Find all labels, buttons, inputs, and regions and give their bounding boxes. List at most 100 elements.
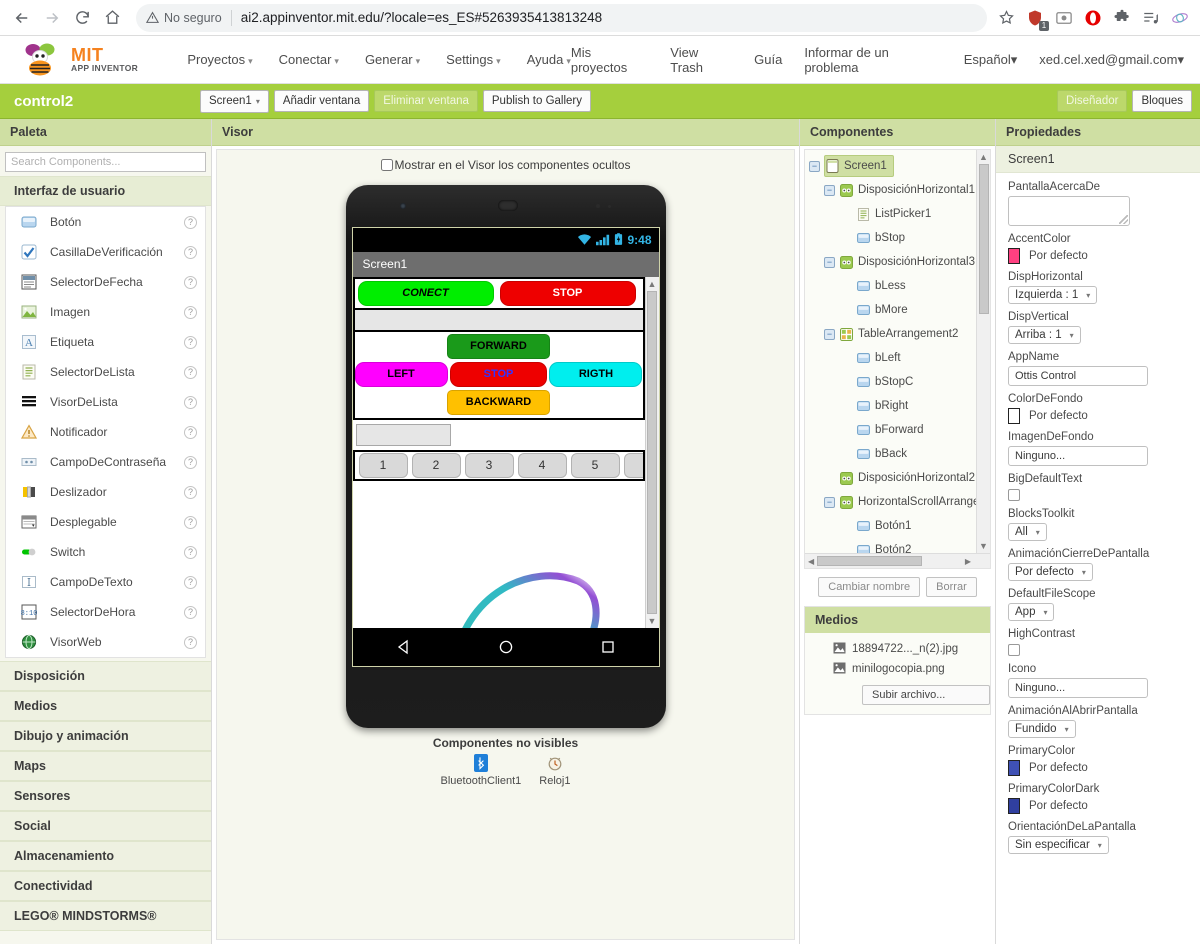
component-horizontalscrollarrangement1[interactable]: 1 2 3 4 5: [352, 449, 645, 481]
component-tablearrangement2[interactable]: FORWARD LEFT STOP RIGTH BACKWARD: [352, 331, 645, 420]
nav-item-view-trash[interactable]: View Trash: [670, 45, 732, 75]
tree-node-tablearrangement2[interactable]: − TableArrangement2: [809, 322, 976, 346]
profile-avatar-icon[interactable]: [1170, 8, 1190, 28]
browser-back-button[interactable]: [8, 4, 36, 32]
delete-component-button[interactable]: Borrar: [926, 577, 977, 597]
help-icon[interactable]: ?: [184, 425, 197, 439]
tree-vertical-scrollbar[interactable]: ▲ ▼: [976, 150, 990, 553]
component-textbox[interactable]: [355, 423, 451, 446]
upload-file-button[interactable]: Subir archivo...: [862, 685, 990, 705]
tree-scrollbar-thumb[interactable]: [978, 164, 989, 314]
prop-input-pantallaacercade[interactable]: [1008, 196, 1130, 226]
rename-component-button[interactable]: Cambiar nombre: [818, 577, 921, 597]
palette-item-desplegable[interactable]: Desplegable ?: [6, 507, 205, 537]
security-indicator[interactable]: No seguro: [146, 11, 222, 25]
prop-select-disphorizontal[interactable]: Izquierda : 1 ▾: [1008, 286, 1098, 304]
prop-select-blockstoolkit[interactable]: All ▾: [1008, 523, 1047, 541]
add-screen-button[interactable]: Añadir ventana: [273, 90, 370, 112]
prop-value-colordefondo[interactable]: Por defecto: [1008, 408, 1188, 424]
tree-expander[interactable]: −: [824, 328, 835, 340]
help-icon[interactable]: ?: [184, 545, 197, 559]
show-hidden-components-checkbox[interactable]: [380, 159, 393, 171]
nav-item-ayuda[interactable]: Ayuda ▾: [527, 52, 571, 67]
component-disposicionhorizontal1[interactable]: CONECT STOP: [352, 276, 645, 310]
prop-input-icono[interactable]: [1008, 678, 1148, 698]
help-icon[interactable]: ?: [184, 515, 197, 529]
nav-item-mis-proyectos[interactable]: Mis proyectos: [571, 45, 648, 75]
palette-item-visordelista[interactable]: VisorDeLista ?: [6, 387, 205, 417]
nav-item-informar-problema[interactable]: Informar de un problema: [804, 45, 941, 75]
tree-node-bleft[interactable]: bLeft: [809, 346, 976, 370]
screen-selector-dropdown[interactable]: Screen1 ▾: [200, 89, 269, 113]
component-bleft[interactable]: LEFT: [354, 361, 448, 387]
component-bforward[interactable]: FORWARD: [447, 333, 550, 359]
palette-category-dibujo-y-animacion[interactable]: Dibujo y animación: [0, 721, 211, 751]
prop-input-imagendefondo[interactable]: [1008, 446, 1148, 466]
tree-node-disposicionhorizontal1[interactable]: − DisposiciónHorizontal1: [809, 178, 976, 202]
scroll-down-icon[interactable]: ▼: [648, 616, 657, 626]
nav-item-account[interactable]: xed.cel.xed@gmail.com▾: [1039, 52, 1184, 68]
help-icon[interactable]: ?: [184, 305, 197, 319]
prop-select-animacioncierredepantalla[interactable]: Por defecto ▾: [1008, 563, 1093, 581]
non-visible-bluetoothclient1[interactable]: BluetoothClient1: [441, 754, 521, 787]
component-listpicker1[interactable]: CONECT: [357, 280, 494, 306]
tree-scroll-down-icon[interactable]: ▼: [979, 541, 988, 551]
component-bstop[interactable]: STOP: [499, 280, 636, 306]
tree-scroll-left-icon[interactable]: ◀: [805, 557, 817, 566]
palette-category-conectividad[interactable]: Conectividad: [0, 871, 211, 901]
palette-item-casilladeverificacion[interactable]: CasillaDeVerificación ?: [6, 237, 205, 267]
component-boton4[interactable]: 4: [517, 452, 567, 478]
prop-select-defaultfilescope[interactable]: App ▾: [1008, 603, 1055, 621]
component-bback[interactable]: BACKWARD: [447, 389, 550, 415]
prop-select-dispvertical[interactable]: Arriba : 1 ▾: [1008, 326, 1081, 344]
palette-item-deslizador[interactable]: Deslizador ?: [6, 477, 205, 507]
palette-item-switch[interactable]: Switch ?: [6, 537, 205, 567]
tree-node-screen1[interactable]: − Screen1: [809, 154, 976, 178]
tree-node-disposicionhorizontal3[interactable]: − DisposiciónHorizontal3: [809, 250, 976, 274]
tree-expander[interactable]: −: [809, 160, 820, 172]
palette-item-campodecontrasena[interactable]: CampoDeContraseña ?: [6, 447, 205, 477]
component-boton5[interactable]: 5: [570, 452, 620, 478]
mit-app-inventor-logo[interactable]: MIT APP INVENTOR: [0, 43, 187, 77]
palette-item-selectordehora[interactable]: 8:10 SelectorDeHora ?: [6, 597, 205, 627]
home-circle-icon[interactable]: [498, 639, 514, 655]
palette-item-boton[interactable]: Botón ?: [6, 207, 205, 237]
designer-view-button[interactable]: Diseñador: [1057, 90, 1128, 112]
nav-item-settings[interactable]: Settings ▾: [446, 52, 501, 67]
component-bstopc[interactable]: STOP: [449, 361, 548, 387]
search-components-input[interactable]: [5, 152, 206, 172]
tree-node-boton2[interactable]: Botón2: [809, 538, 976, 553]
media-item-jpg[interactable]: 18894722..._n(2).jpg: [805, 639, 990, 659]
help-icon[interactable]: ?: [184, 575, 197, 589]
browser-forward-button[interactable]: [38, 4, 66, 32]
palette-category-lego-mindstorms[interactable]: LEGO® MINDSTORMS®: [0, 901, 211, 931]
tree-scroll-right-icon[interactable]: ▶: [962, 557, 974, 566]
palette-item-campodetexto[interactable]: CampoDeTexto ?: [6, 567, 205, 597]
tree-node-horizontalscrollarrangement1[interactable]: − HorizontalScrollArrangement1: [809, 490, 976, 514]
palette-category-disposicion[interactable]: Disposición: [0, 661, 211, 691]
palette-category-sensores[interactable]: Sensores: [0, 781, 211, 811]
puzzle-extensions-icon[interactable]: [1112, 8, 1132, 28]
palette-category-interfaz-de-usuario[interactable]: Interfaz de usuario: [0, 176, 211, 206]
help-icon[interactable]: ?: [184, 245, 197, 259]
tree-node-bless[interactable]: bLess: [809, 274, 976, 298]
tree-node-boton1[interactable]: Botón1: [809, 514, 976, 538]
component-boton6[interactable]: [623, 452, 643, 478]
prop-value-primarycolor[interactable]: Por defecto: [1008, 760, 1188, 776]
component-disposicionhorizontal3[interactable]: [352, 309, 645, 332]
scroll-up-icon[interactable]: ▲: [648, 279, 657, 289]
blocks-view-button[interactable]: Bloques: [1132, 90, 1192, 112]
nav-item-conectar[interactable]: Conectar ▾: [279, 52, 339, 67]
playlist-music-icon[interactable]: [1141, 8, 1161, 28]
tree-node-listpicker1[interactable]: ListPicker1: [809, 202, 976, 226]
prop-input-appname[interactable]: [1008, 366, 1148, 386]
media-item-png[interactable]: minilogocopia.png: [805, 659, 990, 679]
color-swatch[interactable]: [1008, 760, 1020, 776]
palette-category-almacenamiento[interactable]: Almacenamiento: [0, 841, 211, 871]
component-boton1[interactable]: 1: [358, 452, 408, 478]
shield-extension-icon[interactable]: 1: [1025, 8, 1049, 31]
tree-node-selected[interactable]: Screen1: [824, 155, 894, 177]
prop-select-animacionalabrirpantalla[interactable]: Fundido ▾: [1008, 720, 1076, 738]
tree-expander[interactable]: −: [824, 256, 835, 268]
component-boton3[interactable]: 3: [464, 452, 514, 478]
